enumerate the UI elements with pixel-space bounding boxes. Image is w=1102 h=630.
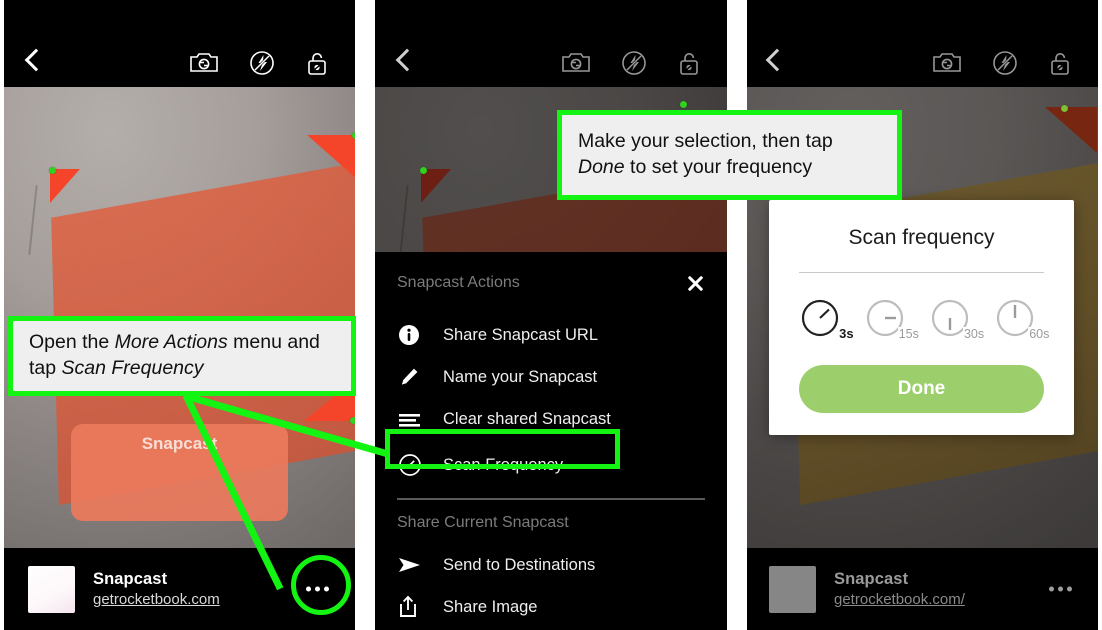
menu-item-scan-frequency[interactable]: Scan Frequency: [397, 444, 705, 486]
snapcast-title: Snapcast: [834, 570, 909, 588]
snapcast-url[interactable]: getrocketbook.com: [93, 591, 220, 608]
snapcast-info: Snapcast getrocketbook.com/: [834, 570, 965, 608]
frequency-option-3s[interactable]: 3s: [797, 295, 855, 341]
menu-item-send-to-destinations[interactable]: Send to Destinations: [397, 544, 705, 586]
panel-gutter-2: [727, 0, 747, 630]
menu-item-share-image[interactable]: Share Image: [397, 586, 705, 628]
snapcast-url[interactable]: getrocketbook.com/: [834, 591, 965, 608]
modal-title: Scan frequency: [848, 226, 995, 249]
menu-item-label: Clear shared Snapcast: [443, 409, 611, 428]
corner-dot-top-right[interactable]: [1061, 105, 1068, 112]
frequency-label: 15s: [897, 327, 920, 341]
frequency-options: 3s 15s 30s 60s: [769, 273, 1074, 341]
snapcast-title: Snapcast: [93, 570, 168, 588]
snapcast-bottom-bar-3: Snapcast getrocketbook.com/: [745, 548, 1098, 630]
snapcast-info: Snapcast getrocketbook.com: [93, 570, 220, 608]
camera-flip-icon[interactable]: [932, 51, 962, 80]
sheet-header-label: Snapcast Actions: [397, 274, 520, 291]
frequency-option-30s[interactable]: 30s: [927, 295, 986, 341]
more-actions-button[interactable]: [1049, 586, 1072, 592]
camera-flip-icon[interactable]: [189, 51, 219, 80]
menu-item-name-snapcast[interactable]: Name your Snapcast: [397, 356, 705, 398]
menu-item-share-url[interactable]: Share Snapcast URL: [397, 314, 705, 356]
top-toolbar-2: [375, 0, 727, 87]
menu-item-label: Share Snapcast URL: [443, 325, 599, 344]
callout-step-2: Make your selection, then tap Done to se…: [557, 110, 902, 200]
done-button[interactable]: Done: [799, 365, 1044, 413]
lines-icon: [397, 409, 443, 429]
camera-flip-icon[interactable]: [561, 51, 591, 80]
pencil-icon: [397, 365, 443, 389]
left-edge-margin: [0, 0, 4, 630]
phone-panel-1: Snapcast Snapcast getrocketbook.com: [4, 0, 355, 630]
scan-frequency-modal: Scan frequency 3s 15s 30s 60s Done: [769, 200, 1074, 435]
top-toolbar-icons-3: [932, 50, 1072, 81]
callout-step-1-text: Open the More Actions menu and tap Scan …: [29, 331, 320, 379]
share-icon: [397, 594, 443, 620]
detected-page-card: Snapcast: [70, 423, 289, 522]
snapcast-actions-sheet: Snapcast Actions Share Snapcast URL Name…: [375, 252, 727, 630]
unlock-icon[interactable]: [677, 50, 701, 81]
frequency-option-15s[interactable]: 15s: [862, 295, 920, 341]
frequency-label: 60s: [1028, 327, 1051, 341]
back-icon[interactable]: [395, 48, 419, 72]
top-toolbar-icons-2: [561, 50, 701, 81]
clock-icon: [397, 452, 443, 478]
panel-gutter-1: [355, 0, 375, 630]
frequency-label: 30s: [962, 327, 986, 341]
corner-dot-top-left[interactable]: [49, 167, 56, 174]
snapcast-thumbnail[interactable]: [28, 565, 75, 613]
menu-item-clear-snapcast[interactable]: Clear shared Snapcast: [397, 398, 705, 440]
flash-off-icon[interactable]: [992, 50, 1018, 81]
tutorial-screenshot: Snapcast Snapcast getrocketbook.com Snap…: [0, 0, 1102, 630]
phone-panel-3: Scan frequency 3s 15s 30s 60s Done Snapc…: [745, 0, 1098, 630]
menu-item-label: Send to Destinations: [443, 555, 596, 574]
top-toolbar-3: [745, 0, 1098, 87]
snapcast-thumbnail[interactable]: [769, 565, 816, 613]
frequency-label: 3s: [838, 326, 855, 341]
flash-off-icon[interactable]: [621, 50, 647, 81]
menu-item-label: Name your Snapcast: [443, 367, 598, 386]
clock-3s-icon: [801, 299, 838, 337]
sheet-header: Snapcast Actions: [397, 252, 705, 314]
menu-item-label: Share Image: [443, 597, 538, 616]
send-icon: [397, 554, 443, 576]
sheet-section-header: Share Current Snapcast: [397, 514, 569, 531]
menu-item-label: Scan Frequency: [443, 455, 564, 474]
top-toolbar-icons-1: [189, 50, 329, 81]
corner-dot-top-right[interactable]: [680, 101, 687, 108]
highlight-more-actions-button: [291, 555, 351, 615]
info-icon: [397, 323, 443, 347]
unlock-icon[interactable]: [1048, 50, 1072, 81]
sheet-divider: [397, 498, 705, 500]
back-icon[interactable]: [765, 48, 789, 72]
corner-dot-top-left[interactable]: [420, 167, 427, 174]
right-edge-margin: [1098, 0, 1102, 630]
unlock-icon[interactable]: [305, 50, 329, 81]
close-icon[interactable]: [685, 273, 705, 293]
flash-off-icon[interactable]: [249, 50, 275, 81]
callout-step-2-text: Make your selection, then tap Done to se…: [578, 130, 833, 178]
phone-panel-2: Snapcast Actions Share Snapcast URL Name…: [375, 0, 727, 630]
frequency-option-60s[interactable]: 60s: [992, 295, 1051, 341]
back-icon[interactable]: [24, 48, 48, 72]
callout-step-1: Open the More Actions menu and tap Scan …: [8, 316, 356, 396]
top-toolbar-1: [4, 0, 355, 87]
detected-page-card-label: Snapcast: [141, 433, 218, 453]
